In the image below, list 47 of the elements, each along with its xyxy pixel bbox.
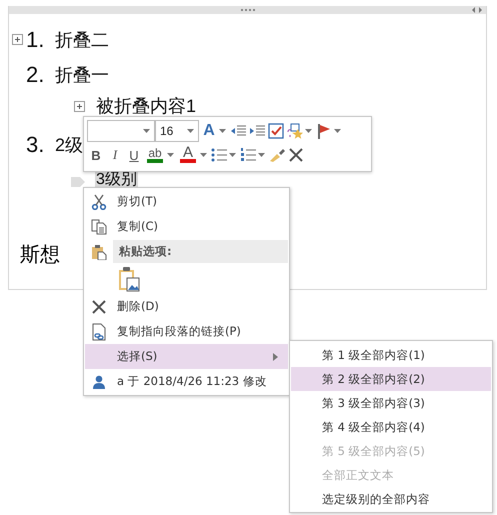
caret-icon[interactable] [305,129,314,133]
underline-button[interactable]: U [125,145,143,165]
font-size-field[interactable]: 16 [155,120,199,142]
resize-arrows-icon[interactable] [472,7,482,13]
tag-star-icon[interactable] [286,121,304,141]
outline-text: 折叠二 [54,28,110,52]
italic-button[interactable]: I [106,145,124,165]
menu-item[interactable]: 选择(S) [85,344,288,369]
expand-icon[interactable] [12,34,23,45]
checkbox-tag-icon[interactable] [267,121,285,141]
outline-text: 2级 [54,134,84,156]
list-number: 2. [26,62,46,88]
menu-item[interactable]: 复制(C) [85,214,288,239]
menu-item[interactable]: 删除(D) [85,294,288,319]
caret-icon[interactable] [229,153,238,157]
list-number: 1. [26,26,46,52]
highlight-button[interactable]: ab [144,145,166,165]
list-number: 3. [26,132,46,158]
caret-icon[interactable] [200,153,209,157]
menu-item[interactable]: 第 4 级全部内容(4) [291,415,491,439]
styles-button[interactable]: A [200,121,218,141]
paste-picture-button[interactable] [117,265,141,293]
caret-icon[interactable] [334,129,343,133]
menu-item[interactable]: 复制指向段落的链接(P) [85,319,288,344]
grip-icon[interactable] [240,8,254,12]
caret-icon[interactable] [258,153,267,157]
font-color-button[interactable]: A [177,145,199,165]
menu-item[interactable]: 剪切(T) [85,189,288,214]
font-name-field[interactable] [87,120,155,142]
submenu-arrow-icon [273,352,278,360]
menu-item[interactable]: a 于 2018/4/26 11:23 修改 [85,369,288,394]
outline-text: 折叠一 [54,64,110,86]
menu-item[interactable]: 选定级别的全部内容 [291,487,491,511]
caret-icon[interactable] [167,153,176,157]
menu-item[interactable]: 第 1 级全部内容(1) [291,343,491,367]
bold-button[interactable]: B [87,145,105,165]
caret-icon[interactable] [143,129,150,133]
menu-item[interactable]: 第 3 级全部内容(3) [291,391,491,415]
expand-icon[interactable] [74,101,85,112]
outline-text: 被折叠内容1 [95,96,198,116]
outline-text: 斯想 [20,241,60,268]
menu-section-header: 粘贴选项: [113,240,288,263]
outline-text: 3级别 [95,172,138,188]
paragraph-handle-icon[interactable] [71,177,85,187]
caret-icon[interactable] [187,129,194,133]
menu-item[interactable]: 第 2 级全部内容(2) [291,367,491,391]
caret-icon[interactable] [219,129,228,133]
